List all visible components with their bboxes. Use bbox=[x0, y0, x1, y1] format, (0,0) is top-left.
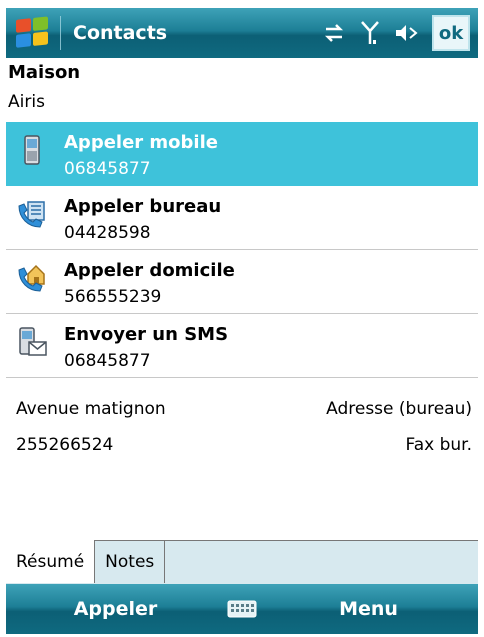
call-softkey[interactable]: Appeler bbox=[6, 598, 225, 620]
contact-name: Maison bbox=[8, 62, 81, 83]
home-phone-icon bbox=[16, 262, 48, 294]
tab-bar: Résumé Notes bbox=[6, 540, 478, 584]
call-office-item[interactable]: Appeler bureau 04428598 bbox=[6, 186, 478, 250]
action-label: Appeler mobile bbox=[64, 132, 218, 153]
office-phone-icon bbox=[16, 198, 48, 230]
title-separator bbox=[60, 16, 61, 50]
send-sms-item[interactable]: Envoyer un SMS 06845877 bbox=[6, 314, 478, 378]
connectivity-icon[interactable] bbox=[322, 22, 346, 44]
menu-softkey[interactable]: Menu bbox=[259, 598, 478, 620]
contact-company: Airis bbox=[8, 92, 45, 112]
volume-icon[interactable] bbox=[394, 22, 418, 44]
action-number: 566555239 bbox=[64, 287, 162, 307]
tab-summary[interactable]: Résumé bbox=[6, 540, 96, 583]
address-row[interactable]: Avenue matignon Adresse (bureau) bbox=[6, 394, 478, 424]
action-number: 06845877 bbox=[64, 159, 151, 179]
mobile-phone-icon bbox=[16, 134, 48, 166]
ok-button[interactable]: ok bbox=[432, 15, 470, 51]
address-value: Avenue matignon bbox=[16, 399, 166, 419]
call-mobile-item[interactable]: Appeler mobile 06845877 bbox=[6, 122, 478, 186]
action-label: Envoyer un SMS bbox=[64, 324, 229, 345]
action-list: Appeler mobile 06845877 Appeler bureau 0… bbox=[6, 122, 478, 378]
windows-flag-icon bbox=[16, 16, 50, 50]
fax-row[interactable]: 255266524 Fax bur. bbox=[6, 430, 478, 460]
signal-icon[interactable] bbox=[360, 20, 380, 46]
menu-bar: Appeler Menu bbox=[6, 584, 478, 634]
action-label: Appeler bureau bbox=[64, 196, 222, 217]
start-button[interactable] bbox=[6, 8, 60, 58]
call-home-item[interactable]: Appeler domicile 566555239 bbox=[6, 250, 478, 314]
action-number: 04428598 bbox=[64, 223, 151, 243]
title-bar: Contacts ok bbox=[6, 8, 478, 58]
address-type: Adresse (bureau) bbox=[326, 399, 472, 419]
tab-notes[interactable]: Notes bbox=[95, 541, 166, 583]
fax-value: 255266524 bbox=[16, 435, 114, 455]
fax-type: Fax bur. bbox=[405, 435, 473, 455]
keyboard-icon[interactable] bbox=[225, 599, 259, 619]
sms-icon bbox=[16, 326, 48, 358]
action-label: Appeler domicile bbox=[64, 260, 235, 281]
action-number: 06845877 bbox=[64, 351, 151, 371]
app-title: Contacts bbox=[73, 22, 168, 44]
